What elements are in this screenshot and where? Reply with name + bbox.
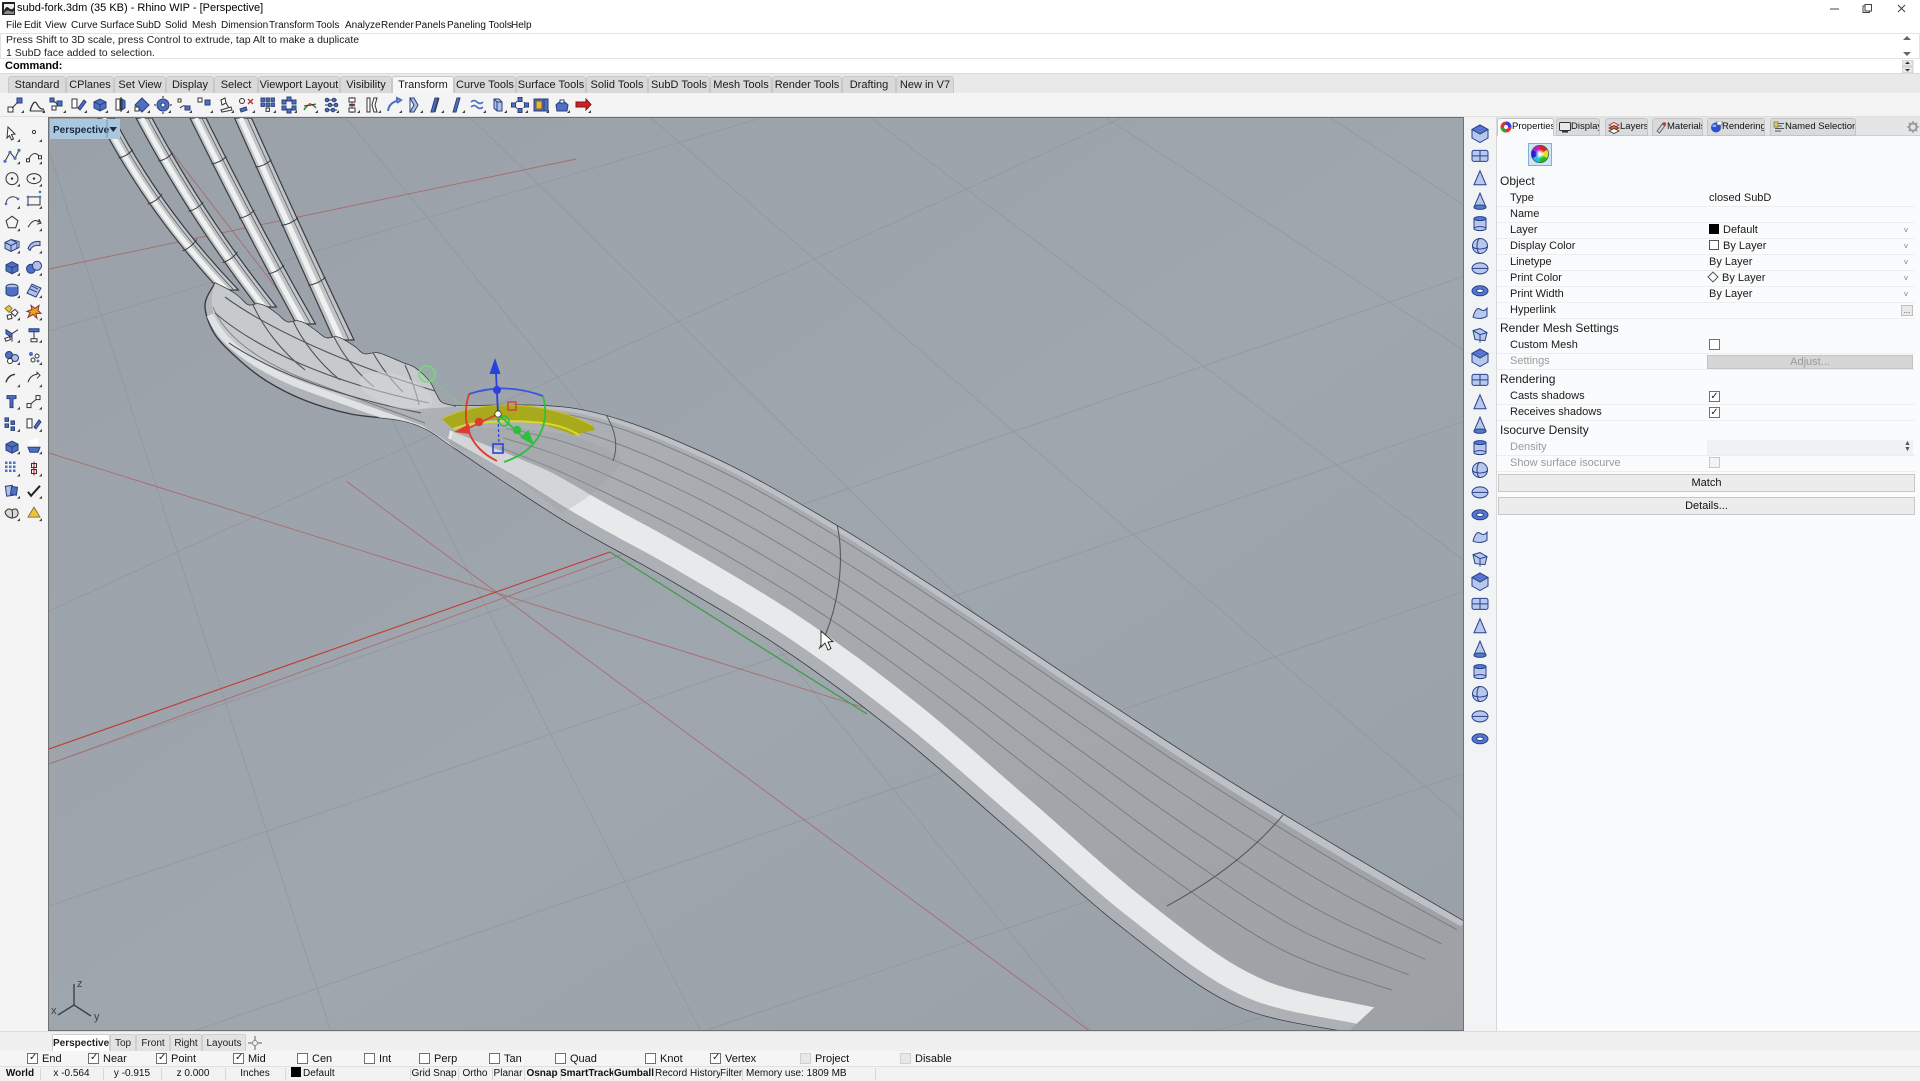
svg-text:x: x: [51, 1005, 57, 1017]
svg-text:Perspective: Perspective: [53, 125, 110, 136]
svg-text:y: y: [94, 1011, 100, 1023]
svg-text:z: z: [77, 978, 83, 990]
